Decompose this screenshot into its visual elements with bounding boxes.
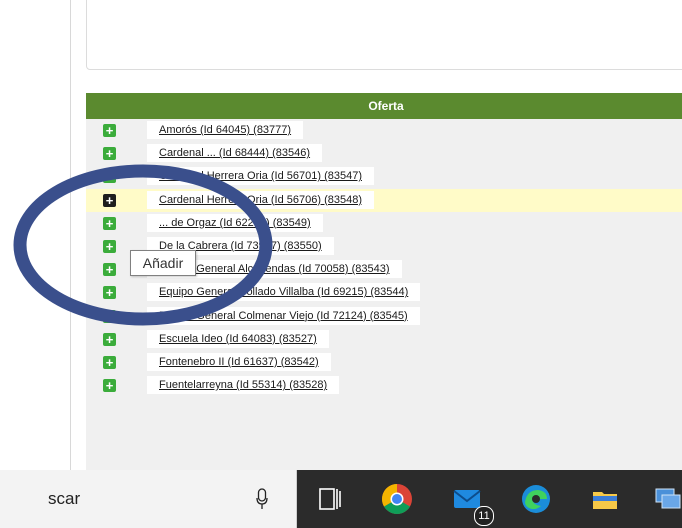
oferta-link[interactable]: Fuentelarreyna (Id 55314) (83528) — [159, 379, 327, 391]
oferta-row: + Fontenebro II (Id 61637) (83542) — [86, 351, 682, 374]
search-text: scar — [48, 489, 81, 508]
microphone-icon[interactable] — [256, 488, 268, 510]
oferta-link[interactable]: Cardenal Herrera Oria (Id 56706) (83548) — [159, 194, 362, 206]
add-icon[interactable]: + — [103, 124, 116, 137]
add-icon[interactable]: + — [103, 379, 116, 393]
oferta-link-box: Equipo General Colmenar Viejo (Id 72124)… — [147, 306, 420, 325]
oferta-link[interactable]: Escuela Ideo (Id 64083) (83527) — [159, 333, 317, 345]
oferta-link-box: Cardenal Herrera Oria (Id 56701) (83547) — [147, 167, 374, 186]
oferta-link-box: Equipo General Collado Villalba (Id 6921… — [147, 283, 421, 302]
oferta-row: + Amorós (Id 64045) (83777) — [86, 119, 682, 142]
chrome-icon[interactable] — [378, 480, 416, 518]
oferta-row: + Equipo General Collado Villalba (Id 692… — [86, 281, 682, 304]
oferta-link[interactable]: Cardenal ... (Id 68444) (83546) — [159, 147, 310, 159]
oferta-link-box: Cardenal ... (Id 68444) (83546) — [147, 144, 323, 163]
oferta-row: + Cardenal Herrera Oria (Id 56701) (83547… — [86, 165, 682, 188]
oferta-link-box: Fuentelarreyna (Id 55314) (83528) — [147, 376, 340, 395]
oferta-link[interactable]: Equipo General Collado Villalba (Id 6921… — [159, 286, 408, 298]
oferta-row: + Escuela Ideo (Id 64083) (83527) — [86, 328, 682, 351]
oferta-link-box: Escuela Ideo (Id 64083) (83527) — [147, 329, 329, 348]
add-icon[interactable]: + — [103, 170, 116, 184]
oferta-link[interactable]: Fontenebro II (Id 61637) (83542) — [159, 356, 319, 368]
edge-icon[interactable] — [517, 480, 555, 518]
oferta-panel: Oferta + Amorós (Id 64045) (83777) + Carden… — [86, 93, 682, 470]
text-area[interactable] — [86, 0, 682, 70]
oferta-row: + Equipo General Colmenar Viejo (Id 72124… — [86, 305, 682, 328]
oferta-row: + Cardenal ... (Id 68444) (83546) — [86, 142, 682, 165]
taskbar-search[interactable]: scar — [0, 470, 297, 528]
oferta-row: + Cardenal Herrera Oria (Id 56706) (83548… — [86, 188, 682, 212]
oferta-link-box: Amorós (Id 64045) (83777) — [147, 121, 304, 139]
network-icon[interactable] — [650, 480, 682, 518]
add-icon[interactable]: + — [103, 216, 116, 230]
add-icon[interactable]: + — [103, 147, 116, 161]
oferta-link[interactable]: Amorós (Id 64045) (83777) — [159, 124, 291, 136]
add-icon[interactable]: + — [103, 193, 116, 207]
oferta-row: + ... de Orgaz (Id 62219) (83549) — [86, 212, 682, 235]
taskbar: scar — [0, 470, 682, 528]
oferta-link-box: Fontenebro II (Id 61637) (83542) — [147, 352, 331, 371]
oferta-row: + Fuentelarreyna (Id 55314) (83528) — [86, 374, 682, 397]
task-view-icon[interactable] — [310, 480, 348, 518]
mail-count-badge: 11 — [474, 506, 494, 526]
add-icon[interactable]: + — [103, 332, 116, 346]
oferta-link[interactable]: Equipo General Colmenar Viejo (Id 72124)… — [159, 310, 408, 322]
add-icon[interactable]: + — [103, 309, 116, 323]
oferta-link-box: Cardenal Herrera Oria (Id 56706) (83548) — [147, 190, 374, 209]
add-tooltip: Añadir — [130, 250, 196, 276]
add-icon[interactable]: + — [103, 239, 116, 253]
add-icon[interactable]: + — [103, 263, 116, 277]
file-explorer-icon[interactable] — [586, 480, 624, 518]
add-icon[interactable]: + — [103, 355, 116, 369]
oferta-link[interactable]: ... de Orgaz (Id 62219) (83549) — [159, 217, 311, 229]
left-divider — [70, 0, 71, 470]
add-icon[interactable]: + — [103, 286, 116, 300]
oferta-link[interactable]: Cardenal Herrera Oria (Id 56701) (83547) — [159, 170, 362, 182]
oferta-link-box: ... de Orgaz (Id 62219) (83549) — [147, 213, 323, 232]
oferta-header: Oferta — [86, 93, 682, 119]
